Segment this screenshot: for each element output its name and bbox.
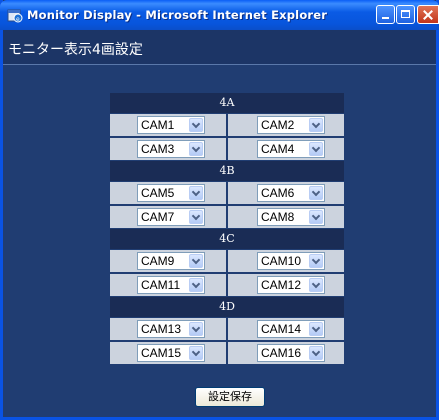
chevron-down-icon[interactable] [189,210,203,224]
camera-select[interactable]: CAM10 [257,252,325,270]
camera-select[interactable]: CAM14 [257,320,325,338]
svg-text:e: e [16,16,20,23]
camera-row: CAM5 CAM6 [110,181,344,205]
chevron-down-icon[interactable] [309,210,323,224]
camera-select[interactable]: CAM6 [257,184,325,202]
camera-select[interactable]: CAM3 [137,140,205,158]
internet-explorer-icon: e [7,9,23,23]
camera-cell: CAM5 [110,182,226,204]
selected-camera: CAM3 [141,142,175,156]
camera-row: CAM1 CAM2 [110,113,344,137]
chevron-down-icon[interactable] [189,278,203,292]
camera-cell: CAM11 [110,274,226,296]
camera-select[interactable]: CAM12 [257,276,325,294]
selected-camera: CAM13 [141,322,182,336]
minimize-button[interactable] [376,5,395,24]
camera-cell: CAM6 [228,182,344,204]
camera-row: CAM13 CAM14 [110,317,344,341]
camera-select[interactable]: CAM4 [257,140,325,158]
camera-select[interactable]: CAM5 [137,184,205,202]
camera-row: CAM11 CAM12 [110,273,344,297]
page-title: モニター表示4画設定 [8,42,143,58]
camera-select[interactable]: CAM8 [257,208,325,226]
camera-cell: CAM13 [110,318,226,340]
camera-cell: CAM4 [228,138,344,160]
chevron-down-icon[interactable] [189,254,203,268]
selected-camera: CAM1 [141,118,175,132]
camera-row: CAM9 CAM10 [110,249,344,273]
camera-row: CAM7 CAM8 [110,205,344,229]
camera-cell: CAM8 [228,206,344,228]
save-settings-button[interactable]: 設定保存 [195,387,265,407]
browser-window: e Monitor Display - Microsoft Internet E… [0,0,439,420]
chevron-down-icon[interactable] [189,346,203,360]
page-header: モニター表示4画設定 [3,30,436,65]
selected-camera: CAM12 [261,278,302,292]
camera-cell: CAM12 [228,274,344,296]
selected-camera: CAM2 [261,118,295,132]
group-header-4d: 4D [110,297,344,317]
chevron-down-icon[interactable] [189,322,203,336]
camera-grid: 4A CAM1 CAM2 CAM3 CAM4 4B CAM5 CAM6 CAM7… [110,93,344,365]
selected-camera: CAM8 [261,210,295,224]
camera-select[interactable]: CAM13 [137,320,205,338]
chevron-down-icon[interactable] [309,142,323,156]
chevron-down-icon[interactable] [309,278,323,292]
settings-panel: 4A CAM1 CAM2 CAM3 CAM4 4B CAM5 CAM6 CAM7… [3,65,436,417]
group-header-4b: 4B [110,161,344,181]
selected-camera: CAM11 [141,278,181,292]
camera-cell: CAM1 [110,114,226,136]
window-title: Monitor Display - Microsoft Internet Exp… [27,8,328,22]
camera-cell: CAM15 [110,342,226,364]
chevron-down-icon[interactable] [309,254,323,268]
chevron-down-icon[interactable] [309,118,323,132]
camera-select[interactable]: CAM11 [137,276,205,294]
close-button[interactable] [417,5,439,24]
chevron-down-icon[interactable] [189,142,203,156]
camera-cell: CAM16 [228,342,344,364]
camera-cell: CAM10 [228,250,344,272]
selected-camera: CAM5 [141,186,175,200]
title-bar[interactable]: e Monitor Display - Microsoft Internet E… [0,0,439,30]
camera-select[interactable]: CAM2 [257,116,325,134]
selected-camera: CAM10 [261,254,302,268]
chevron-down-icon[interactable] [309,346,323,360]
camera-select[interactable]: CAM15 [137,344,205,362]
chevron-down-icon[interactable] [309,186,323,200]
group-header-4a: 4A [110,93,344,113]
camera-select[interactable]: CAM1 [137,116,205,134]
camera-select[interactable]: CAM9 [137,252,205,270]
camera-cell: CAM9 [110,250,226,272]
selected-camera: CAM15 [141,346,182,360]
selected-camera: CAM6 [261,186,295,200]
camera-cell: CAM7 [110,206,226,228]
selected-camera: CAM7 [141,210,175,224]
camera-cell: CAM3 [110,138,226,160]
selected-camera: CAM16 [261,346,302,360]
camera-cell: CAM14 [228,318,344,340]
camera-select[interactable]: CAM16 [257,344,325,362]
chevron-down-icon[interactable] [309,322,323,336]
camera-row: CAM3 CAM4 [110,137,344,161]
chevron-down-icon[interactable] [189,186,203,200]
chevron-down-icon[interactable] [189,118,203,132]
camera-row: CAM15 CAM16 [110,341,344,365]
selected-camera: CAM14 [261,322,302,336]
camera-select[interactable]: CAM7 [137,208,205,226]
camera-cell: CAM2 [228,114,344,136]
group-header-4c: 4C [110,229,344,249]
selected-camera: CAM4 [261,142,295,156]
maximize-button[interactable] [396,5,415,24]
selected-camera: CAM9 [141,254,175,268]
